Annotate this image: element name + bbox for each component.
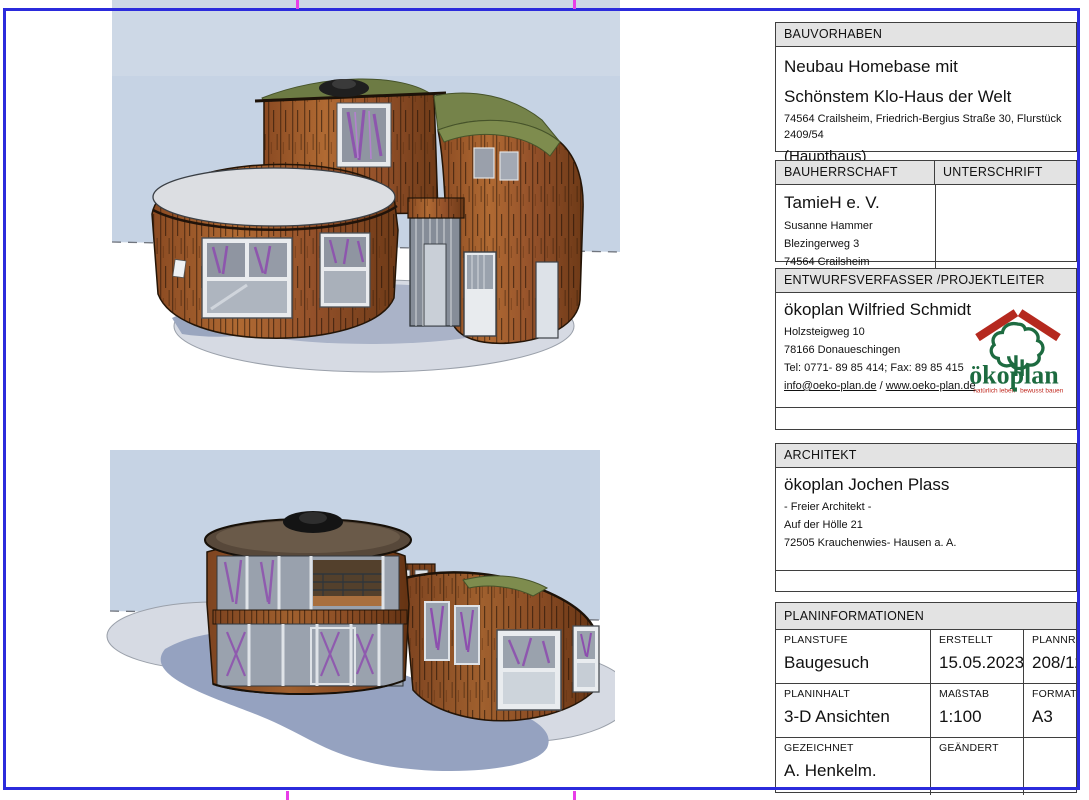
entwurfsverfasser-header: ENTWURFSVERFASSER /PROJEKTLEITER [776, 269, 1076, 293]
format-value: A3 [1032, 707, 1076, 727]
planinhalt-cell: PLANINHALT 3-D Ansichten [776, 684, 931, 738]
rendering-3d-view-bottom [95, 444, 615, 800]
gezeichnet-label: GEZEICHNET [784, 742, 930, 754]
erstellt-label: ERSTELLT [939, 634, 1023, 646]
logo-tagline-left: natürlich leben [973, 388, 1015, 395]
plannr-label: PLANNR. [1032, 634, 1076, 646]
massstab-label: MAßSTAB [939, 688, 1023, 700]
project-title-line2: Schönstem Klo-Haus der Welt [784, 87, 1068, 107]
architect-name: ökoplan Jochen Plass [784, 475, 1068, 495]
geaendert-cell: GEÄNDERT [931, 738, 1024, 795]
plannr-cell: PLANNR. 208/12 [1024, 630, 1076, 684]
planinhalt-label: PLANINHALT [784, 688, 930, 700]
fold-mark-top-right [573, 0, 576, 9]
plannr-value: 208/12 [1032, 653, 1076, 673]
gezeichnet-value: A. Henkelm. [784, 761, 930, 781]
designer-city: 78166 Donaueschingen [784, 342, 974, 358]
bauherrschaft-header: BAUHERRSCHAFT [776, 161, 935, 185]
building-entrance [408, 198, 464, 326]
building-left-cylinder [205, 511, 411, 694]
oekoplan-logo: ökoplan natürlich leben bewusst bauen [964, 301, 1072, 395]
fold-mark-bottom-left [286, 791, 289, 800]
entwurfsverfasser-box: ENTWURFSVERFASSER /PROJEKTLEITER ökoplan… [775, 268, 1077, 430]
project-address: 74564 Crailsheim, Friedrich-Bergius Stra… [784, 111, 1068, 143]
planstufe-value: Baugesuch [784, 653, 930, 673]
fold-mark-top-left [296, 0, 299, 9]
bauherrschaft-box: BAUHERRSCHAFT UNTERSCHRIFT TamieH e. V. … [775, 160, 1077, 262]
logo-wordmark: ökoplan [969, 360, 1059, 389]
designer-street: Holzsteigweg 10 [784, 324, 974, 340]
unterschrift-field [935, 185, 1076, 274]
architekt-header: ARCHITEKT [776, 444, 1076, 468]
unterschrift-header: UNTERSCHRIFT [935, 161, 1076, 185]
bauherrschaft-content: TamieH e. V. Susanne Hammer Blezingerweg… [776, 185, 935, 274]
rendering-3d-view-top [112, 0, 632, 452]
client-contact: Susanne Hammer [784, 218, 927, 234]
bauvorhaben-header: BAUVORHABEN [776, 23, 1076, 47]
gezeichnet-cell: GEZEICHNET A. Henkelm. [776, 738, 931, 795]
geaendert-label: GEÄNDERT [939, 742, 1023, 754]
logo-tagline-right: bewusst bauen [1020, 388, 1064, 395]
architect-title: - Freier Architekt - [784, 499, 1068, 515]
designer-website-link[interactable]: www.oeko-plan.de [886, 380, 976, 392]
architect-city: 72505 Krauchenwies- Hausen a. A. [784, 535, 1068, 551]
erstellt-value: 15.05.2023 [939, 653, 1023, 673]
fold-mark-bottom-right [573, 791, 576, 800]
flat-roof [153, 168, 395, 226]
format-label: FORMAT [1032, 688, 1076, 700]
plan-sheet: BAUVORHABEN Neubau Homebase mit Schönste… [0, 0, 1089, 800]
massstab-cell: MAßSTAB 1:100 [931, 684, 1024, 738]
designer-email-link[interactable]: info@oeko-plan.de [784, 380, 877, 392]
project-title-line1: Neubau Homebase mit [784, 57, 1068, 77]
side-door [536, 262, 558, 338]
planinformationen-header: PLANINFORMATIONEN [776, 603, 1076, 630]
planinformationen-box: PLANINFORMATIONEN PLANSTUFE Baugesuch ER… [775, 602, 1077, 793]
building-left-cylinder [152, 164, 398, 338]
architekt-box: ARCHITEKT ökoplan Jochen Plass - Freier … [775, 443, 1077, 592]
logo-tagline-separator-icon [1013, 387, 1017, 391]
format-cell: FORMAT A3 [1024, 684, 1076, 738]
window [425, 602, 449, 660]
erstellt-cell: ERSTELLT 15.05.2023 [931, 630, 1024, 684]
bauvorhaben-box: BAUVORHABEN Neubau Homebase mit Schönste… [775, 22, 1077, 152]
designer-phone: Tel: 0771- 89 85 414; Fax: 89 85 415 [784, 360, 974, 376]
client-street: Blezingerweg 3 [784, 236, 927, 252]
empty-cell [1024, 738, 1076, 795]
planinhalt-value: 3-D Ansichten [784, 707, 930, 727]
planstufe-cell: PLANSTUFE Baugesuch [776, 630, 931, 684]
planstufe-label: PLANSTUFE [784, 634, 930, 646]
massstab-value: 1:100 [939, 707, 1023, 727]
link-separator: / [877, 380, 886, 392]
designer-name: ökoplan Wilfried Schmidt [784, 300, 974, 320]
architect-street: Auf der Hölle 21 [784, 517, 1068, 533]
client-name: TamieH e. V. [784, 193, 927, 213]
